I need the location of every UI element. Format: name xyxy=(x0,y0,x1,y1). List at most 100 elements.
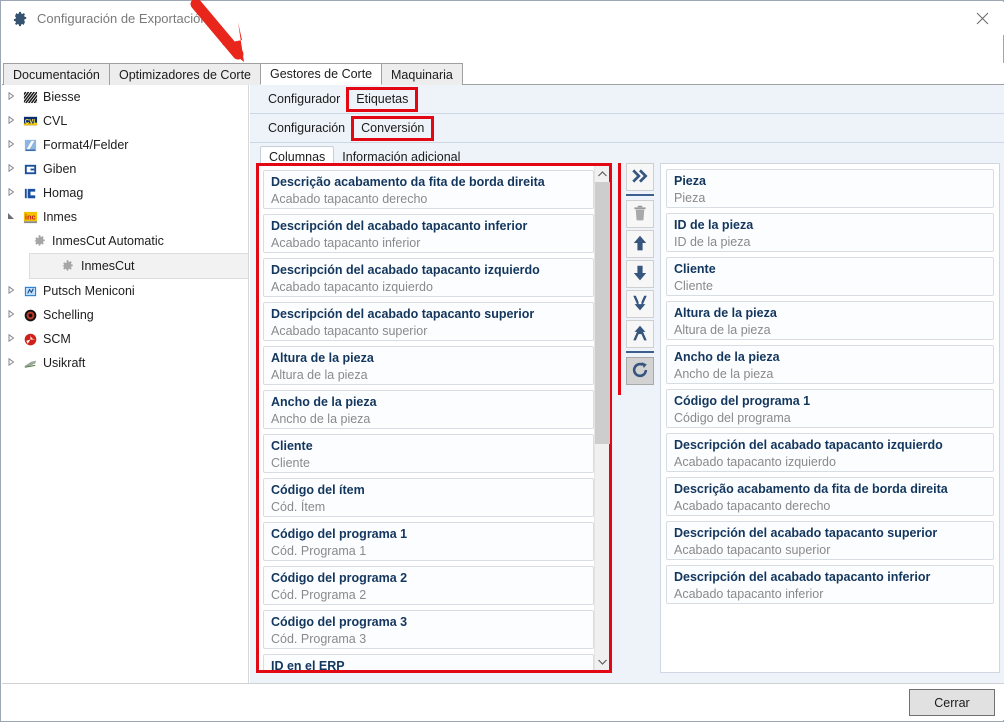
list-item[interactable]: Descripción del acabado tapacanto inferi… xyxy=(263,214,594,253)
list-item-subtitle: Cód. Programa 1 xyxy=(271,544,367,558)
tree-item-inmes[interactable]: inc Inmes xyxy=(2,205,248,229)
tree-item-putsch-meniconi[interactable]: Putsch Meniconi xyxy=(2,279,248,303)
list-item-subtitle: Cód. Programa 2 xyxy=(271,588,367,602)
scrollbar-thumb[interactable] xyxy=(595,182,610,444)
list-item[interactable]: Ancho de la pieza Ancho de la pieza xyxy=(263,390,594,429)
list-item[interactable]: Descripción del acabado tapacanto izquie… xyxy=(666,433,994,472)
dialog-window: Configuración de Exportación Documentaci… xyxy=(0,0,1004,722)
tree-item-label: CVL xyxy=(43,114,68,128)
arrow-up-button[interactable] xyxy=(626,230,654,258)
list-item[interactable]: Cliente Cliente xyxy=(263,434,594,473)
list-item[interactable]: Código del programa 3 Cód. Programa 3 xyxy=(263,610,594,649)
list-item-title: Pieza xyxy=(674,174,706,188)
main-tab-4[interactable]: Maquinaria xyxy=(381,63,463,85)
main-tab-1[interactable]: Documentación xyxy=(3,63,110,85)
merge-down-button[interactable] xyxy=(626,290,654,318)
list-item[interactable]: Descrição acabamento da fita de borda di… xyxy=(666,477,994,516)
scroll-up-arrow-icon[interactable] xyxy=(595,166,609,182)
tree-item-giben[interactable]: Giben xyxy=(2,157,248,181)
main-tab-label: Documentación xyxy=(13,67,100,82)
chevron-right-icon[interactable] xyxy=(2,91,20,102)
trash-button[interactable] xyxy=(626,200,654,228)
list-item[interactable]: Pieza Pieza xyxy=(666,169,994,208)
list-item-subtitle: Acabado tapacanto superior xyxy=(271,324,428,338)
tree-item-scm[interactable]: SCM xyxy=(2,327,248,351)
list-item[interactable]: ID en el ERP xyxy=(263,654,594,670)
tree-item-schelling[interactable]: Schelling xyxy=(2,303,248,327)
list-item[interactable]: Cliente Cliente xyxy=(666,257,994,296)
list-item[interactable]: Descripción del acabado tapacanto superi… xyxy=(263,302,594,341)
list-item-title: Descripción del acabado tapacanto inferi… xyxy=(674,570,931,584)
chevron-right-icon[interactable] xyxy=(2,163,20,174)
list-item[interactable]: Descrição acabamento da fita de borda di… xyxy=(263,170,594,209)
chevron-right-icon[interactable] xyxy=(2,357,20,368)
chevron-right-icon[interactable] xyxy=(2,115,20,126)
selected-columns-list[interactable]: Pieza Pieza ID de la pieza ID de la pieza Cl… xyxy=(660,163,1000,673)
list-item-subtitle: Código del programa xyxy=(674,411,791,425)
list-item[interactable]: Descripción del acabado tapacanto izquie… xyxy=(263,258,594,297)
merge-down-icon xyxy=(631,294,649,315)
tree-item-label: Usikraft xyxy=(43,356,86,370)
list-item[interactable]: Ancho de la pieza Ancho de la pieza xyxy=(666,345,994,384)
tree-item-cvl[interactable]: CVL CVL xyxy=(2,109,248,133)
list-item[interactable]: Descripción del acabado tapacanto superi… xyxy=(666,521,994,560)
split-up-button[interactable] xyxy=(626,320,654,348)
tree-item-usikraft[interactable]: Usikraft xyxy=(2,351,248,375)
tree-item-biesse[interactable]: Biesse xyxy=(2,85,248,109)
usikraft-logo-icon xyxy=(20,355,40,371)
list-item-subtitle: ID de la pieza xyxy=(674,235,751,249)
main-tab-2[interactable]: Optimizadores de Corte xyxy=(109,63,262,85)
list-item[interactable]: ID de la pieza ID de la pieza xyxy=(666,213,994,252)
list-item[interactable]: Código del programa 1 Código del programa xyxy=(666,389,994,428)
scroll-down-arrow-icon[interactable] xyxy=(595,654,610,670)
list-item[interactable]: Código del programa 2 Cód. Programa 2 xyxy=(263,566,594,605)
chevron-right-icon[interactable] xyxy=(2,187,20,198)
list-item[interactable]: Código del programa 1 Cód. Programa 1 xyxy=(263,522,594,561)
chevron-right-icon[interactable] xyxy=(2,139,20,150)
list-item[interactable]: Descripción del acabado tapacanto inferi… xyxy=(666,565,994,604)
list-item[interactable]: Altura de la pieza Altura de la pieza xyxy=(263,346,594,385)
putsch-logo-icon xyxy=(20,283,40,299)
subnav-item-conversi-n[interactable]: Conversión xyxy=(353,121,432,135)
split-up-icon xyxy=(631,324,649,345)
tree-item-label: Schelling xyxy=(43,308,94,322)
tree-item-inmescut-automatic[interactable]: InmesCut Automatic xyxy=(2,229,248,253)
chevron-right-icon[interactable] xyxy=(2,309,20,320)
available-columns-list[interactable]: Descrição acabamento da fita de borda di… xyxy=(259,166,594,670)
list-item-subtitle: Ancho de la pieza xyxy=(674,367,774,381)
schelling-logo-icon xyxy=(20,307,40,323)
content-pane: Configurador Etiquetas Configuración Conve… xyxy=(250,85,1004,685)
double-chevron-right-button[interactable] xyxy=(626,163,654,191)
chevron-right-icon[interactable] xyxy=(2,333,20,344)
list-item-subtitle: Acabado tapacanto superior xyxy=(674,543,831,557)
chevron-down-icon[interactable] xyxy=(2,212,20,222)
list-item[interactable]: Código del ítem Cód. Ítem xyxy=(263,478,594,517)
refresh-button[interactable] xyxy=(626,357,654,385)
close-icon[interactable] xyxy=(960,2,1004,35)
main-tab-3[interactable]: Gestores de Corte xyxy=(260,63,383,85)
main-tab-label: Optimizadores de Corte xyxy=(119,67,252,82)
sub-nav-level2: Configuración Conversión xyxy=(250,114,1004,143)
tree-item-inmescut[interactable]: InmesCut xyxy=(29,253,248,279)
tree-item-label: Format4/Felder xyxy=(43,138,129,152)
subnav-item-configuraci-n[interactable]: Configuración xyxy=(260,121,353,135)
subnav-item-etiquetas[interactable]: Etiquetas xyxy=(348,92,416,106)
chevron-right-icon[interactable] xyxy=(2,285,20,296)
trash-icon xyxy=(631,204,649,225)
tree-item-format4-felder[interactable]: Format4/Felder xyxy=(2,133,248,157)
machine-tree[interactable]: Biesse CVL CVL Format4/Felder Giben Homag inc I… xyxy=(2,85,249,685)
available-columns-scrollbar[interactable] xyxy=(594,166,610,670)
subnav-item-configurador[interactable]: Configurador xyxy=(260,92,348,106)
list-item-subtitle: Acabado tapacanto izquierdo xyxy=(271,280,433,294)
close-button[interactable]: Cerrar xyxy=(909,689,995,716)
subnav-item-label: Configurador xyxy=(268,92,341,106)
tree-item-label: Biesse xyxy=(43,90,81,104)
arrow-down-button[interactable] xyxy=(626,260,654,288)
tree-item-homag[interactable]: Homag xyxy=(2,181,248,205)
list-item-subtitle: Pieza xyxy=(674,191,706,205)
list-item[interactable]: Altura de la pieza Altura de la pieza xyxy=(666,301,994,340)
subnav-item-label: Etiquetas xyxy=(356,92,409,106)
list-item-title: Descripción del acabado tapacanto izquie… xyxy=(674,438,943,452)
scm-logo-icon xyxy=(20,331,40,347)
button-group-separator xyxy=(626,194,654,196)
